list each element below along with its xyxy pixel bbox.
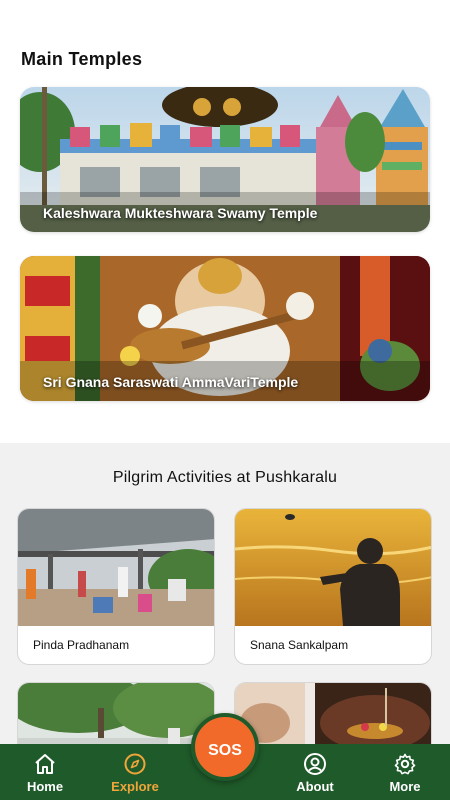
nav-about[interactable]: About	[280, 744, 350, 800]
pinda-pradhanam-image	[18, 509, 214, 626]
sos-button[interactable]: SOS	[191, 713, 259, 781]
activity-label: Pinda Pradhanam	[33, 638, 130, 652]
activities-title: Pilgrim Activities at Pushkaralu	[112, 469, 338, 486]
compass-icon	[124, 753, 146, 775]
nav-explore[interactable]: Explore	[100, 744, 170, 800]
snana-sankalpam-image	[235, 509, 431, 626]
temple-card-saraswati[interactable]: Sri Gnana Saraswati AmmaVariTemple	[20, 256, 430, 401]
temple-caption: Sri Gnana Saraswati AmmaVariTemple	[43, 374, 299, 390]
activity-card-pinda-pradhanam[interactable]: Pinda Pradhanam	[17, 508, 215, 665]
explore-screen: Main Temples Kaleshwara Mukteshwara Swam…	[0, 0, 450, 800]
nav-home[interactable]: Home	[10, 744, 80, 800]
temple-caption: Kaleshwara Mukteshwara Swamy Temple	[43, 205, 318, 221]
nav-more-label: More	[389, 779, 421, 794]
home-icon	[35, 754, 55, 774]
activity-label: Snana Sankalpam	[250, 638, 349, 652]
nav-explore-label: Explore	[111, 779, 159, 794]
gear-icon	[394, 753, 416, 775]
main-temples-title: Main Temples	[21, 49, 143, 69]
nav-more[interactable]: More	[370, 744, 440, 800]
nav-about-label: About	[296, 779, 334, 794]
activity-card-snana-sankalpam[interactable]: Snana Sankalpam	[234, 508, 432, 665]
temple-card-kaleshwara[interactable]: Kaleshwara Mukteshwara Swamy Temple	[20, 87, 430, 232]
user-circle-icon	[304, 753, 326, 775]
nav-home-label: Home	[26, 779, 64, 794]
